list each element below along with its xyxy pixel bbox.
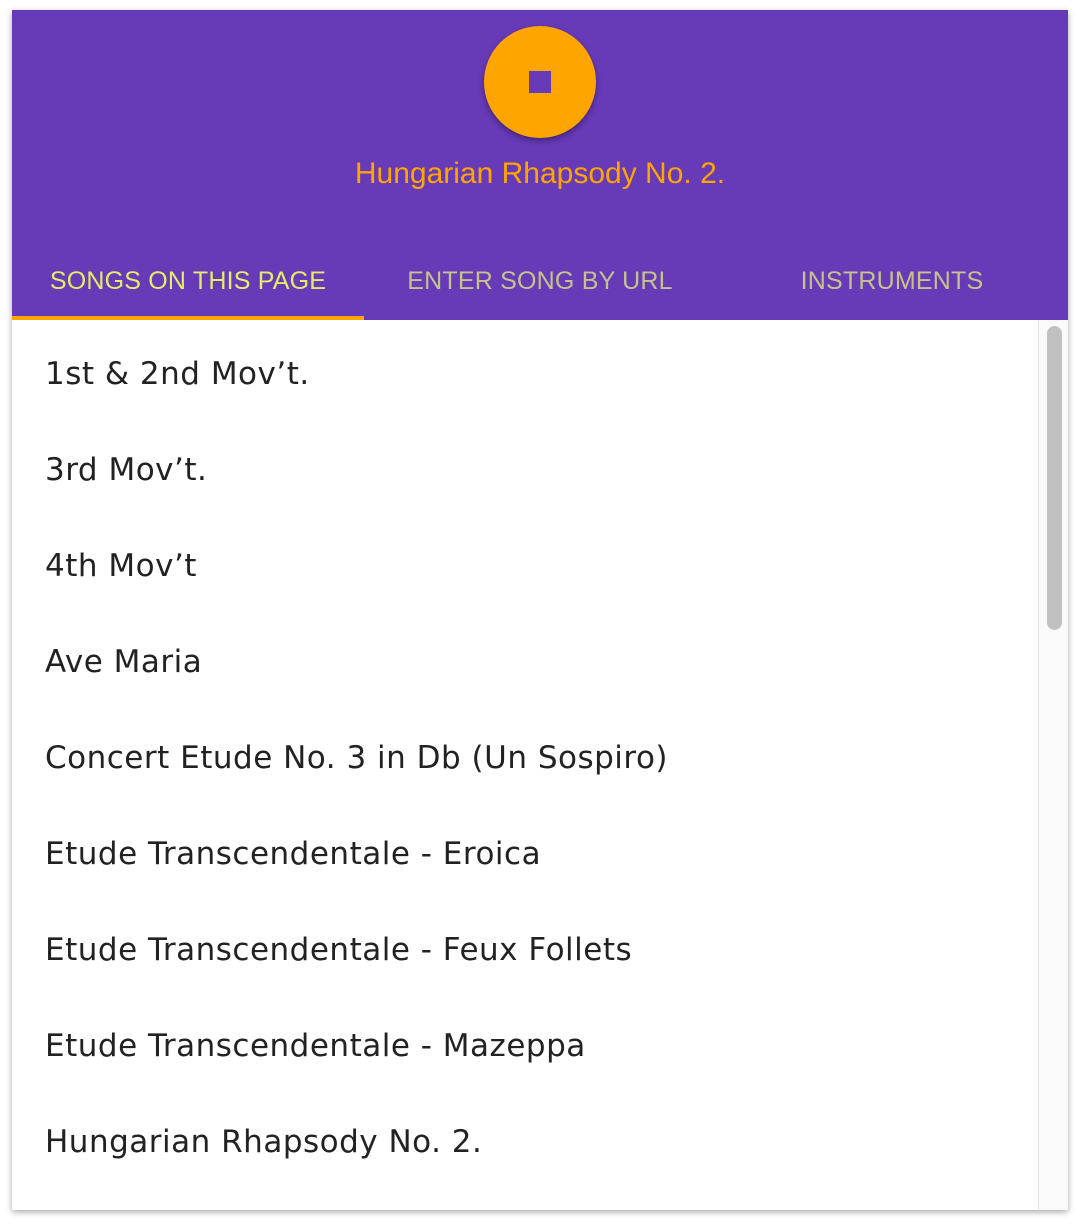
scrollbar-track[interactable] bbox=[1038, 320, 1068, 1210]
stop-icon bbox=[529, 71, 551, 93]
tab-bar: SONGS ON THIS PAGE ENTER SONG BY URL INS… bbox=[12, 242, 1068, 320]
song-list-item[interactable]: 3rd Mov’t. bbox=[12, 422, 1038, 518]
song-list-item[interactable]: Hungarian Rhapsody No. 2. bbox=[12, 1094, 1038, 1190]
song-list-item[interactable]: Etude Transcendentale - Mazeppa bbox=[12, 998, 1038, 1094]
stop-button[interactable] bbox=[484, 26, 596, 138]
tab-enter-song-by-url[interactable]: ENTER SONG BY URL bbox=[364, 242, 716, 320]
tab-instruments[interactable]: INSTRUMENTS bbox=[716, 242, 1068, 320]
song-list-item[interactable]: Concert Etude No. 3 in Db (Un Sospiro) bbox=[12, 710, 1038, 806]
now-playing-title: Hungarian Rhapsody No. 2. bbox=[354, 157, 726, 190]
song-list-item[interactable]: Ave Maria bbox=[12, 614, 1038, 710]
song-list-container: 1st & 2nd Mov’t. 3rd Mov’t. 4th Mov’t Av… bbox=[12, 320, 1068, 1210]
tab-songs-on-this-page[interactable]: SONGS ON THIS PAGE bbox=[12, 242, 364, 320]
song-list: 1st & 2nd Mov’t. 3rd Mov’t. 4th Mov’t Av… bbox=[12, 320, 1038, 1190]
song-list-item[interactable]: Etude Transcendentale - Eroica bbox=[12, 806, 1038, 902]
song-list-item[interactable]: Etude Transcendentale - Feux Follets bbox=[12, 902, 1038, 998]
scrollbar-thumb[interactable] bbox=[1047, 326, 1062, 630]
player-header: Hungarian Rhapsody No. 2. SONGS ON THIS … bbox=[12, 10, 1068, 320]
song-list-item[interactable]: 4th Mov’t bbox=[12, 518, 1038, 614]
music-player-popup: Hungarian Rhapsody No. 2. SONGS ON THIS … bbox=[12, 10, 1068, 1210]
song-list-item[interactable]: 1st & 2nd Mov’t. bbox=[12, 326, 1038, 422]
